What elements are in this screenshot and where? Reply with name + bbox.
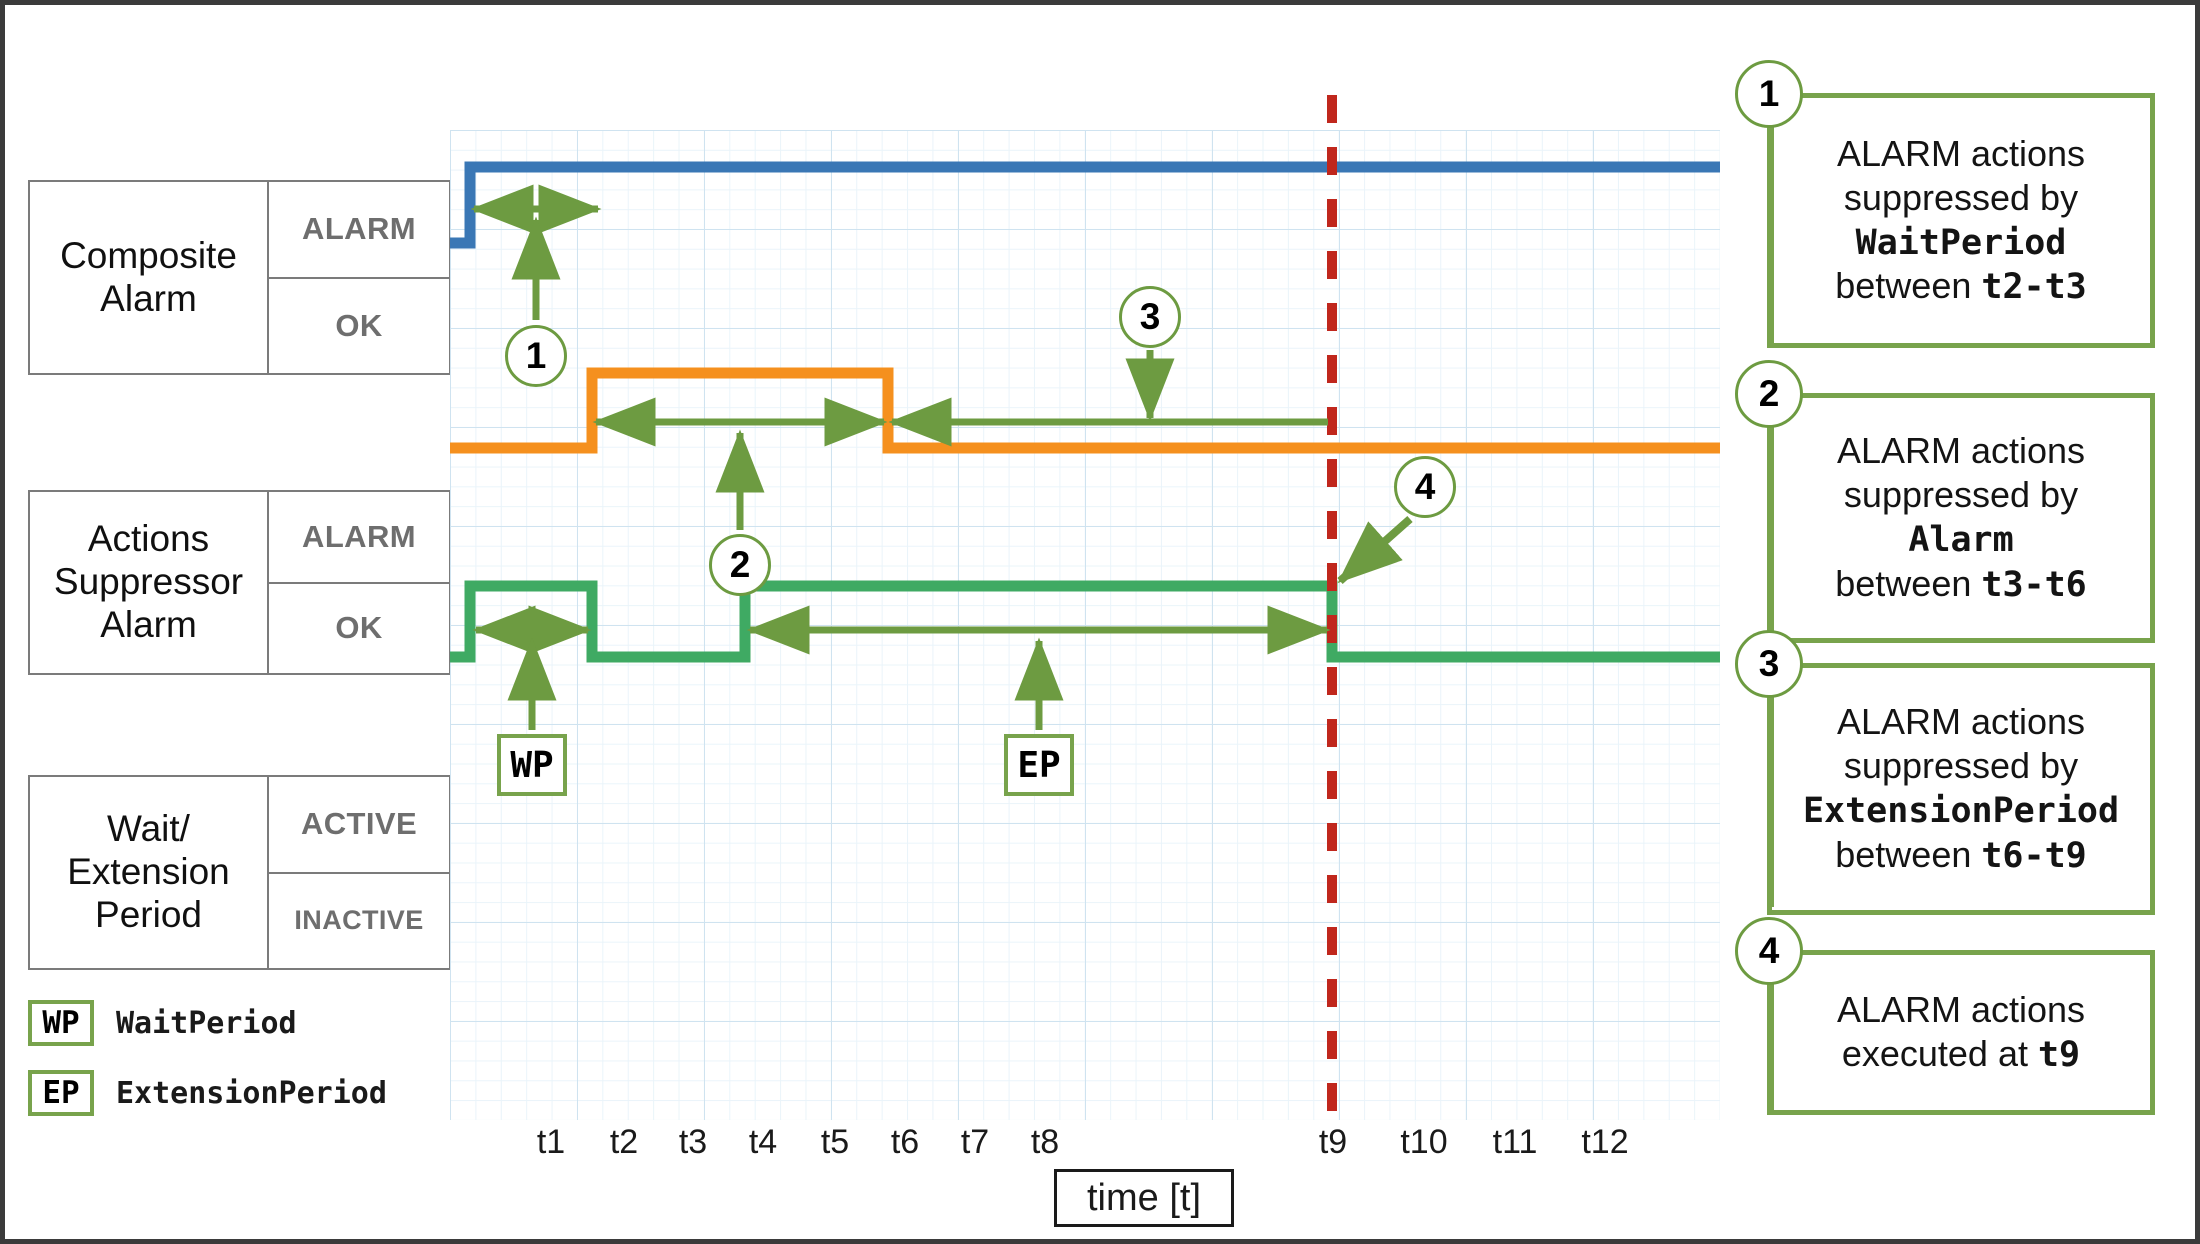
callout-4-line3-mono: t9 [2037,1035,2081,1076]
state-values-composite-alarm: ALARM OK [267,182,449,373]
callout-4-stem [1769,980,1774,1112]
callout-3-stem [1769,695,1774,907]
chart-badge-3[interactable]: 3 [1119,286,1181,348]
state-box-composite-alarm: Composite Alarm ALARM OK [28,180,451,375]
callout-4-line1: ALARM actions [1836,989,2086,1031]
x-tick-t8: t8 [1030,1123,1060,1161]
callout-1: ALARM actions suppressed by WaitPeriod b… [1767,93,2155,348]
state-box-label-actions-suppressor-alarm: Actions Suppressor Alarm [30,492,267,673]
callout-3-line3-mono: t6-t9 [1981,835,2087,876]
x-tick-t12: t12 [1581,1123,1629,1161]
annotation-4-leader [1337,516,1413,584]
label-line-3: Alarm [100,603,197,645]
timing-chart-svg [450,95,1720,1130]
callout-2-line2: suppressed by [1843,474,2079,516]
callout-2-line1: ALARM actions [1836,430,2086,472]
callout-3-line3-prefix: between [1835,833,1982,875]
chart-badge-2[interactable]: 2 [709,534,771,596]
callout-1-badge[interactable]: 1 [1735,60,1803,128]
callout-4: ALARM actions executed at t9 [1767,950,2155,1115]
callout-2-mono: Alarm [1908,520,2014,561]
callout-3: ALARM actions suppressed by ExtensionPer… [1767,663,2155,915]
diagram-canvas: Composite Alarm ALARM OK Actions Suppres… [0,0,2200,1244]
state-active: ACTIVE [300,806,418,842]
chart-badge-1[interactable]: 1 [505,325,567,387]
state-values-actions-suppressor-alarm: ALARM OK [267,492,449,673]
state-ok: OK [269,581,449,674]
state-box-actions-suppressor-alarm: Actions Suppressor Alarm ALARM OK [28,490,451,675]
label-line-1: Actions [87,518,210,560]
series-wait-extension-period [450,580,1720,663]
callout-4-badge[interactable]: 4 [1735,917,1803,985]
series-actions-suppressor-alarm [450,367,1720,454]
callout-1-stem [1769,127,1774,343]
legend-item-extensionperiod: EP ExtensionPeriod [28,1070,387,1116]
state-ok: OK [269,276,449,374]
callout-2-line3-prefix: between [1835,562,1982,604]
callout-1-line1: ALARM actions [1836,132,2086,174]
callout-2-badge[interactable]: 2 [1735,360,1803,428]
label-line-2: Extension [67,851,230,893]
callout-1-line3-prefix: between [1835,265,1982,307]
callout-1-line3-mono: t2-t3 [1981,267,2087,308]
state-inactive: INACTIVE [269,871,449,969]
chart-tag-wp: WP [497,734,567,796]
callout-3-mono: ExtensionPeriod [1802,791,2120,832]
label-line-3: Period [95,893,202,935]
label-line-1: Composite [60,234,237,276]
callout-3-badge[interactable]: 3 [1735,630,1803,698]
state-box-label-composite-alarm: Composite Alarm [30,182,267,373]
x-axis-label: time [t] [1054,1169,1234,1227]
chart-badge-4[interactable]: 4 [1394,456,1456,518]
callout-3-line1: ALARM actions [1836,701,2086,743]
label-line-1: Wait/ [107,808,190,850]
legend-chip-ep: EP [28,1070,94,1116]
callout-2-stem [1769,425,1774,635]
callout-2-line3-mono: t3-t6 [1981,564,2087,605]
series-composite-alarm [450,161,1720,249]
callout-1-mono: WaitPeriod [1855,222,2067,263]
legend-item-waitperiod: WP WaitPeriod [28,1000,297,1046]
callout-3-line2: suppressed by [1843,745,2079,787]
callout-4-line2: executed at [1841,1033,2038,1075]
state-box-wait-extension-period: Wait/ Extension Period ACTIVE INACTIVE [28,775,451,970]
callout-1-line2: suppressed by [1843,176,2079,218]
label-line-2: Suppressor [53,561,244,603]
legend-label-extensionperiod: ExtensionPeriod [116,1075,387,1111]
state-alarm: ALARM [302,518,416,554]
callout-2: ALARM actions suppressed by Alarm betwee… [1767,393,2155,643]
state-alarm: ALARM [302,211,416,247]
label-line-2: Alarm [100,277,197,319]
legend-label-waitperiod: WaitPeriod [116,1005,297,1041]
state-box-label-wait-extension-period: Wait/ Extension Period [30,777,267,968]
chart-tag-ep: EP [1004,734,1074,796]
timing-chart-plot-area: 1 2 3 4 WP EP [450,95,1720,1130]
legend-chip-wp: WP [28,1000,94,1046]
state-values-wait-extension-period: ACTIVE INACTIVE [267,777,449,968]
